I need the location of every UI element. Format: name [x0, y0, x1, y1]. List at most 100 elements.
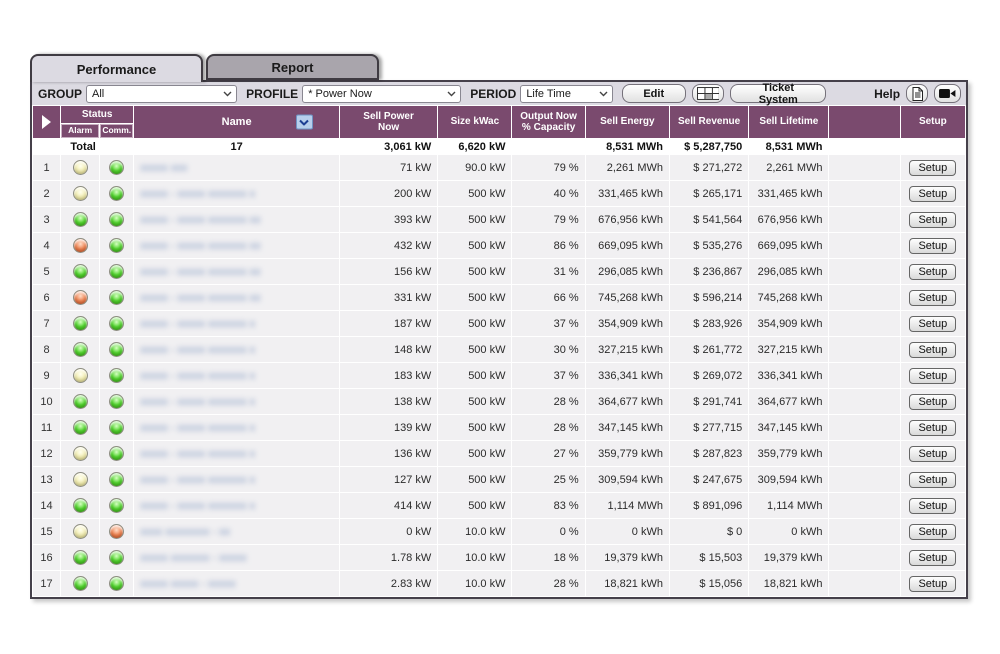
tab-report[interactable]: Report: [206, 54, 379, 80]
output-cell: 0 %: [512, 519, 584, 544]
name-sort-button[interactable]: [296, 115, 313, 130]
setup-button[interactable]: Setup: [909, 238, 956, 254]
size-cell: 500 kW: [438, 259, 511, 284]
size-cell: 500 kW: [438, 337, 511, 362]
setup-button[interactable]: Setup: [909, 550, 956, 566]
output-cell: 83 %: [512, 493, 584, 518]
site-name-link[interactable]: xxxxx - xxxxx xxxxxxx x: [140, 474, 255, 486]
edit-button-label: Edit: [643, 88, 664, 100]
site-name-link[interactable]: xxxxx xxx: [140, 162, 187, 174]
group-select[interactable]: All: [86, 85, 237, 103]
site-name-link[interactable]: xxxxx - xxxxx xxxxxxx x: [140, 448, 255, 460]
comm-led-green: [109, 238, 124, 253]
setup-button[interactable]: Setup: [909, 264, 956, 280]
grid-view-button[interactable]: [692, 84, 725, 103]
setup-button[interactable]: Setup: [909, 290, 956, 306]
alarm-status-cell: [61, 311, 99, 336]
row-number: 4: [33, 233, 60, 258]
setup-button[interactable]: Setup: [909, 212, 956, 228]
setup-button[interactable]: Setup: [909, 420, 956, 436]
help-video-button[interactable]: [934, 84, 961, 103]
alarm-led-green: [73, 342, 88, 357]
sell-lifetime-cell: 19,379 kWh: [749, 545, 828, 570]
sell-power-cell: 432 kW: [340, 233, 437, 258]
period-select[interactable]: Life Time: [520, 85, 613, 103]
setup-button[interactable]: Setup: [909, 446, 956, 462]
tab-performance[interactable]: Performance: [30, 54, 203, 82]
setup-button[interactable]: Setup: [909, 160, 956, 176]
ticket-system-button[interactable]: Ticket System: [730, 84, 826, 103]
setup-cell: Setup: [901, 259, 965, 284]
site-name-link[interactable]: xxxxx - xxxxx xxxxxxx x: [140, 422, 255, 434]
output-header[interactable]: Output Now % Capacity: [512, 106, 584, 138]
site-name-link[interactable]: xxxxx - xxxxx xxxxxxx xx: [140, 214, 260, 226]
blank-cell: [829, 233, 899, 258]
site-name-link[interactable]: xxxxx - xxxxx xxxxxxx x: [140, 344, 255, 356]
tab-bar: Performance Report: [30, 54, 968, 80]
row-number: 10: [33, 389, 60, 414]
sell-power-cell: 183 kW: [340, 363, 437, 388]
setup-button[interactable]: Setup: [909, 576, 956, 592]
setup-cell: Setup: [901, 155, 965, 180]
site-name-link[interactable]: xxxxx - xxxxx xxxxxxx x: [140, 370, 255, 382]
sell-energy-header[interactable]: Sell Energy: [586, 106, 669, 138]
setup-button[interactable]: Setup: [909, 394, 956, 410]
site-name-link[interactable]: xxxxx - xxxxx xxxxxxx xx: [140, 266, 260, 278]
table-body: Total 17 3,061 kW 6,620 kW 8,531 MWh $ 5…: [33, 139, 965, 596]
output-cell: 18 %: [512, 545, 584, 570]
site-name-link[interactable]: xxxxx xxxxxxx - xxxxx: [140, 552, 246, 564]
setup-cell: Setup: [901, 467, 965, 492]
output-cell: 79 %: [512, 207, 584, 232]
site-name-link[interactable]: xxxx xxxxxxxx - xx: [140, 526, 230, 538]
profile-select[interactable]: * Power Now: [302, 85, 461, 103]
table-row: 6xxxxx - xxxxx xxxxxxx xx331 kW500 kW66 …: [33, 285, 965, 310]
sell-power-cell: 148 kW: [340, 337, 437, 362]
setup-button[interactable]: Setup: [909, 186, 956, 202]
help-document-button[interactable]: [906, 84, 928, 103]
site-name-link[interactable]: xxxxx - xxxxx xxxxxxx xx: [140, 292, 260, 304]
sell-power-cell: 138 kW: [340, 389, 437, 414]
total-sell-power: 3,061 kW: [340, 139, 437, 154]
setup-button[interactable]: Setup: [909, 472, 956, 488]
setup-button[interactable]: Setup: [909, 498, 956, 514]
comm-led-green: [109, 498, 124, 513]
site-name-cell: xxxxx - xxxxx xxxxxxx x: [134, 389, 339, 414]
alarm-status-cell: [61, 519, 99, 544]
blank-cell: [829, 389, 899, 414]
sell-energy-cell: 18,821 kWh: [586, 571, 669, 596]
table-row: 13xxxxx - xxxxx xxxxxxx x127 kW500 kW25 …: [33, 467, 965, 492]
site-name-link[interactable]: xxxxx - xxxxx xxxxxxx x: [140, 396, 255, 408]
name-header[interactable]: Name: [134, 106, 339, 138]
setup-cell: Setup: [901, 181, 965, 206]
profile-label: PROFILE: [246, 87, 298, 101]
size-header[interactable]: Size kWac: [438, 106, 511, 138]
site-name-link[interactable]: xxxxx xxxxx - xxxxx: [140, 578, 235, 590]
size-cell: 500 kW: [438, 415, 511, 440]
total-sell-energy: 8,531 MWh: [586, 139, 669, 154]
setup-cell: Setup: [901, 363, 965, 388]
comm-status-cell: [100, 441, 133, 466]
sell-energy-cell: 309,594 kWh: [586, 467, 669, 492]
sell-energy-cell: 359,779 kWh: [586, 441, 669, 466]
sell-revenue-cell: $ 265,171: [670, 181, 748, 206]
sell-energy-cell: 336,341 kWh: [586, 363, 669, 388]
setup-button[interactable]: Setup: [909, 342, 956, 358]
sell-lifetime-header[interactable]: Sell Lifetime: [749, 106, 828, 138]
site-name-cell: xxxxx xxxxx - xxxxx: [134, 571, 339, 596]
sell-power-header[interactable]: Sell Power Now: [340, 106, 437, 138]
sell-lifetime-cell: 745,268 kWh: [749, 285, 828, 310]
setup-button[interactable]: Setup: [909, 316, 956, 332]
setup-button[interactable]: Setup: [909, 524, 956, 540]
site-name-link[interactable]: xxxxx - xxxxx xxxxxxx x: [140, 318, 255, 330]
table-row: 10xxxxx - xxxxx xxxxxxx x138 kW500 kW28 …: [33, 389, 965, 414]
edit-button[interactable]: Edit: [622, 84, 686, 103]
sell-power-cell: 187 kW: [340, 311, 437, 336]
size-cell: 10.0 kW: [438, 545, 511, 570]
site-name-link[interactable]: xxxxx - xxxxx xxxxxxx x: [140, 188, 255, 200]
status-header[interactable]: Status: [61, 106, 133, 123]
site-name-link[interactable]: xxxxx - xxxxx xxxxxxx x: [140, 500, 255, 512]
chevron-down-icon: [447, 91, 456, 97]
sell-revenue-header[interactable]: Sell Revenue: [670, 106, 748, 138]
setup-button[interactable]: Setup: [909, 368, 956, 384]
site-name-link[interactable]: xxxxx - xxxxx xxxxxxx xx: [140, 240, 260, 252]
